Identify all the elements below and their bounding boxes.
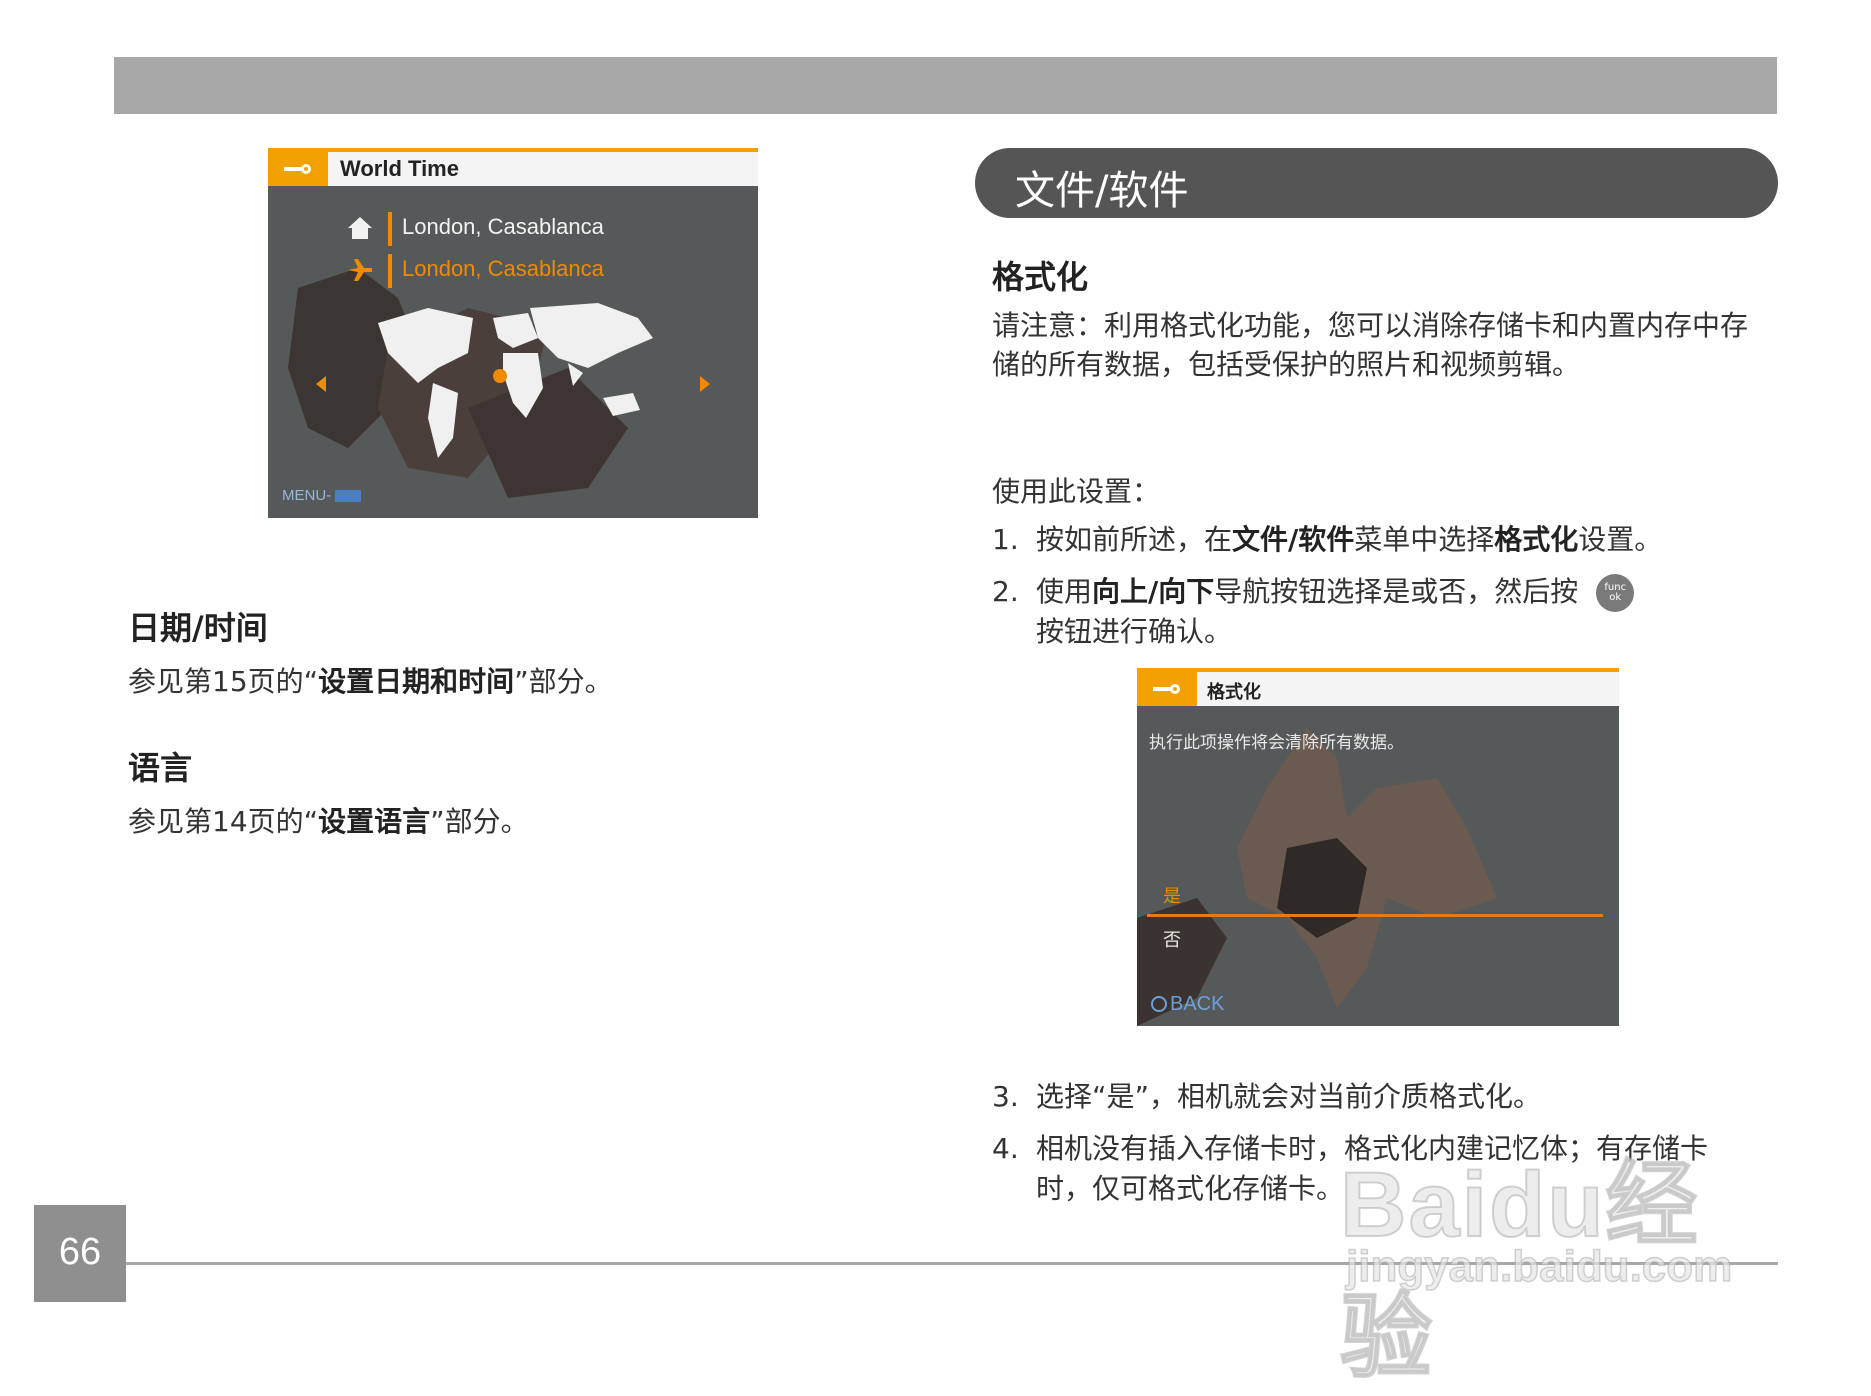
wrench-icon: [1137, 672, 1197, 706]
selection-bar: [388, 254, 392, 288]
baidu-watermark: Baidu经验 jingyan.baidu.com: [1339, 1130, 1780, 1390]
language-heading: 语言: [128, 749, 193, 787]
menu-hint-label: MENU-: [282, 487, 332, 504]
screenshot-title: 格式化: [1207, 682, 1261, 703]
date-time-text: 参见第15页的“设置日期和时间”部分。: [128, 660, 613, 700]
text-segment: 参见第15页的“: [128, 665, 319, 698]
step-text: 选择“是”，相机就会对当前介质格式化。: [1036, 1080, 1542, 1113]
page-number-box: 66: [34, 1205, 126, 1302]
screenshot-title-bar: World Time: [268, 148, 758, 186]
back-icon: [1151, 996, 1167, 1012]
option-no[interactable]: 否: [1163, 926, 1181, 952]
format-screenshot: 格式化 执行此项操作将会清除所有数据。 是 否 BACK: [1137, 668, 1619, 1026]
language-text: 参见第14页的“设置语言”部分。: [128, 800, 529, 840]
text-segment: 按如前所述，在: [1036, 523, 1233, 556]
home-icon: [348, 217, 372, 239]
usage-label: 使用此设置：: [992, 475, 1161, 508]
section-title-pill: 文件/软件: [975, 148, 1778, 218]
ok-label: ok: [1609, 592, 1622, 603]
format-warning: 执行此项操作将会清除所有数据。: [1149, 733, 1404, 753]
step-text: 使用向上/向下导航按钮选择是或否，然后按 func ok 按钮进行确认。: [1036, 572, 1756, 652]
date-time-heading: 日期/时间: [128, 609, 268, 647]
text-segment: 设置。: [1578, 523, 1663, 556]
format-heading: 格式化: [992, 258, 1089, 296]
header-bar: [114, 57, 1777, 114]
step-number: 4.: [992, 1132, 1019, 1165]
watermark-url: jingyan.baidu.com: [1345, 1241, 1733, 1292]
travel-city-name: London, Casablanca: [402, 256, 604, 281]
section-title: 文件/软件: [1015, 168, 1189, 214]
flower-illustration: [1137, 728, 1497, 1026]
back-button[interactable]: BACK: [1151, 993, 1224, 1016]
format-note: 请注意：利用格式化功能，您可以消除存储卡和内置内存中存储的所有数据，包括受保护的…: [992, 309, 1749, 381]
text-emphasis: 向上/向下: [1092, 575, 1215, 608]
text-segment: ”部分。: [514, 665, 613, 698]
step-number: 2.: [992, 575, 1019, 608]
step-number: 1.: [992, 523, 1019, 556]
text-segment: ”部分。: [430, 805, 529, 838]
step-text: 按如前所述，在文件/软件菜单中选择格式化设置。: [1036, 520, 1756, 560]
screenshot-title: World Time: [340, 156, 459, 181]
func-ok-button-icon: func ok: [1596, 574, 1635, 612]
back-label: BACK: [1170, 993, 1225, 1015]
text-emphasis: 格式化: [1494, 523, 1579, 556]
airplane-icon: [348, 259, 372, 281]
text-segment: 导航按钮选择是或否，然后按: [1214, 575, 1579, 608]
menu-hint: MENU-: [282, 487, 362, 504]
text-segment: 参见第14页的“: [128, 805, 319, 838]
selection-bar: [388, 212, 392, 246]
home-city-name: London, Casablanca: [402, 214, 604, 239]
selection-line: [1147, 914, 1603, 917]
step-number: 3.: [992, 1080, 1019, 1113]
text-emphasis: 设置日期和时间: [318, 665, 515, 698]
world-time-screenshot: World Time London, Casablanca London, Ca…: [268, 148, 758, 518]
text-segment: 使用: [1036, 575, 1093, 608]
back-icon: [335, 490, 362, 503]
text-segment: 按钮进行确认。: [1036, 615, 1233, 648]
text-segment: 菜单中选择: [1354, 523, 1495, 556]
text-emphasis: 文件/软件: [1232, 523, 1355, 556]
wrench-icon: [268, 152, 328, 186]
screenshot-title-bar: 格式化: [1137, 668, 1619, 706]
world-map-illustration: [288, 268, 710, 498]
text-emphasis: 设置语言: [318, 805, 431, 838]
page-number: 66: [58, 1231, 102, 1273]
option-yes[interactable]: 是: [1163, 882, 1181, 908]
